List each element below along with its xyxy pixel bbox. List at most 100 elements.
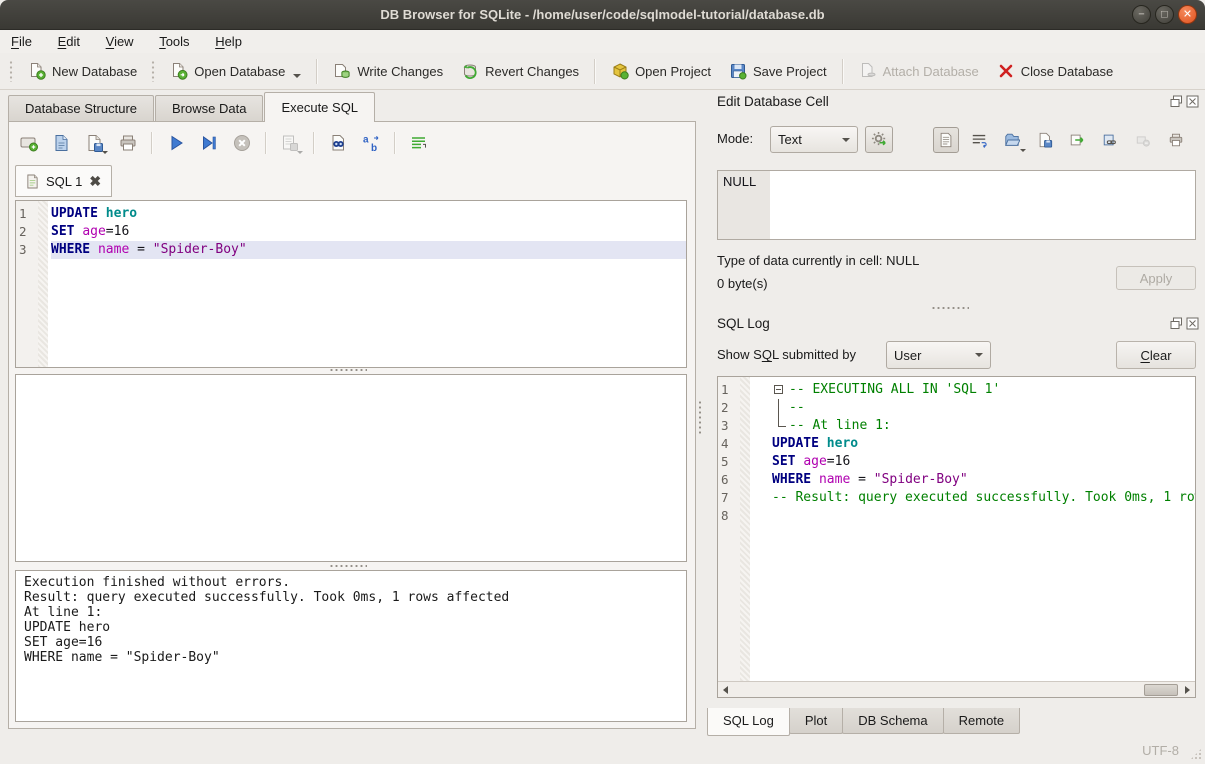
menu-edit[interactable]: Edit	[47, 30, 91, 53]
main-toolbar: New Database Open Database Write Changes…	[0, 53, 1205, 90]
vertical-splitter[interactable]	[697, 130, 702, 690]
sql-log-view[interactable]: 1-- EXECUTING ALL IN 'SQL 1'2--3-- At li…	[717, 376, 1196, 698]
tab-plot[interactable]: Plot	[789, 708, 843, 734]
menubar: File Edit View Tools Help	[0, 30, 1205, 53]
main-tab-area: Database Structure Browse Data Execute S…	[8, 93, 696, 730]
close-dock-button[interactable]	[1186, 317, 1199, 330]
text-document-icon	[938, 132, 954, 148]
horizontal-scrollbar[interactable]	[718, 681, 1195, 697]
execute-all-button[interactable]	[164, 131, 188, 155]
bottom-dock-tabs: SQL Log Plot DB Schema Remote	[707, 708, 1019, 736]
mode-label: Mode:	[717, 131, 753, 146]
sql-editor[interactable]: 1UPDATE hero2SET age=163WHERE name = "Sp…	[15, 200, 687, 368]
toolbar-separator	[265, 132, 267, 154]
save-project-button[interactable]: Save Project	[720, 58, 836, 84]
close-tab-icon[interactable]: ✖	[89, 174, 101, 188]
tab-sql-log[interactable]: SQL Log	[707, 708, 790, 736]
close-database-button[interactable]: Close Database	[988, 58, 1123, 84]
print-sql-button[interactable]	[116, 131, 140, 155]
close-icon: ✕	[1183, 8, 1192, 21]
find-button[interactable]	[326, 131, 350, 155]
auto-apply-button[interactable]	[865, 126, 893, 153]
replace-icon: ab	[361, 133, 381, 153]
word-wrap-cell-button[interactable]	[966, 127, 992, 153]
scrollbar-thumb[interactable]	[1144, 684, 1178, 696]
chevron-down-icon	[293, 74, 301, 78]
scroll-right-button[interactable]	[1180, 683, 1195, 697]
resize-grip[interactable]	[1190, 748, 1202, 760]
close-button[interactable]: ✕	[1178, 5, 1197, 24]
show-sql-label: Show SQL submitted by	[717, 347, 856, 362]
tab-browse-data[interactable]: Browse Data	[155, 95, 263, 122]
execution-message-pane[interactable]: Execution finished without errors.Result…	[15, 570, 687, 722]
window-title: DB Browser for SQLite - /home/user/code/…	[0, 0, 1205, 30]
splitter-handle[interactable]	[329, 564, 367, 569]
revert-changes-button[interactable]: Revert Changes	[452, 58, 588, 84]
word-wrap-button[interactable]	[407, 131, 431, 155]
edit-cell-dock-title: Edit Database Cell	[717, 94, 829, 109]
stop-icon	[232, 133, 252, 153]
open-database-button[interactable]: Open Database	[161, 58, 310, 84]
toolbar-drag-handle[interactable]	[151, 60, 156, 82]
tab-remote[interactable]: Remote	[943, 708, 1021, 734]
dock-splitter-handle[interactable]	[931, 306, 969, 311]
save-sql-file-button[interactable]	[83, 131, 107, 155]
null-icon	[1135, 132, 1151, 148]
link-icon	[1102, 132, 1118, 148]
link-data-button[interactable]	[1097, 127, 1123, 153]
scrollbar-track[interactable]	[733, 683, 1180, 697]
execute-current-line-button[interactable]	[197, 131, 221, 155]
apply-button[interactable]: Apply	[1116, 266, 1196, 290]
export-from-cell-button[interactable]	[1032, 127, 1058, 153]
float-dock-button[interactable]	[1170, 317, 1183, 330]
set-null-button[interactable]	[1130, 127, 1156, 153]
stop-execution-button[interactable]	[230, 131, 254, 155]
apply-export-button[interactable]	[1064, 127, 1090, 153]
menu-tools[interactable]: Tools	[148, 30, 200, 53]
open-sql-tab-button[interactable]	[17, 131, 41, 155]
toolbar-separator	[394, 132, 396, 154]
scroll-left-button[interactable]	[718, 683, 733, 697]
mode-select[interactable]: Text	[770, 126, 858, 153]
menu-view[interactable]: View	[95, 30, 145, 53]
save-results-button[interactable]	[278, 131, 302, 155]
new-database-button[interactable]: New Database	[19, 58, 146, 84]
menu-file[interactable]: File	[0, 30, 43, 53]
write-changes-icon	[333, 62, 351, 80]
tab-execute-sql[interactable]: Execute SQL	[264, 92, 375, 122]
maximize-button[interactable]: □	[1155, 5, 1174, 24]
results-pane[interactable]	[15, 374, 687, 562]
sql-tab[interactable]: SQL 1 ✖	[15, 165, 112, 197]
tab-db-schema[interactable]: DB Schema	[842, 708, 943, 734]
text-view-button[interactable]	[933, 127, 959, 153]
db-browser-window: { "window": { "title": "DB Browser for S…	[0, 0, 1205, 764]
close-dock-button[interactable]	[1186, 95, 1199, 108]
submitter-value: User	[894, 348, 921, 363]
gear-icon	[871, 131, 888, 148]
attach-database-button[interactable]: Attach Database	[850, 58, 988, 84]
word-wrap-icon	[409, 133, 429, 153]
float-dock-button[interactable]	[1170, 95, 1183, 108]
save-icon	[1037, 132, 1053, 148]
open-project-icon	[611, 62, 629, 80]
maximize-icon: □	[1161, 8, 1168, 20]
open-project-button[interactable]: Open Project	[602, 58, 720, 84]
titlebar[interactable]: DB Browser for SQLite - /home/user/code/…	[0, 0, 1205, 30]
print-icon	[118, 133, 138, 153]
minimize-button[interactable]: −	[1132, 5, 1151, 24]
chevron-down-icon	[975, 353, 983, 357]
submitter-select[interactable]: User	[886, 341, 991, 369]
toolbar-drag-handle[interactable]	[9, 60, 14, 82]
save-file-icon	[85, 133, 105, 153]
clear-log-button[interactable]: Clear	[1116, 341, 1196, 369]
tab-database-structure[interactable]: Database Structure	[8, 95, 154, 122]
replace-button[interactable]: ab	[359, 131, 383, 155]
splitter-handle[interactable]	[329, 368, 367, 373]
menu-help[interactable]: Help	[204, 30, 253, 53]
write-changes-button[interactable]: Write Changes	[324, 58, 452, 84]
print-cell-button[interactable]	[1163, 127, 1189, 153]
import-in-cell-button[interactable]	[999, 127, 1025, 153]
toolbar-separator	[842, 59, 844, 84]
cell-value-editor[interactable]: NULL	[717, 170, 1196, 240]
open-sql-file-button[interactable]	[50, 131, 74, 155]
